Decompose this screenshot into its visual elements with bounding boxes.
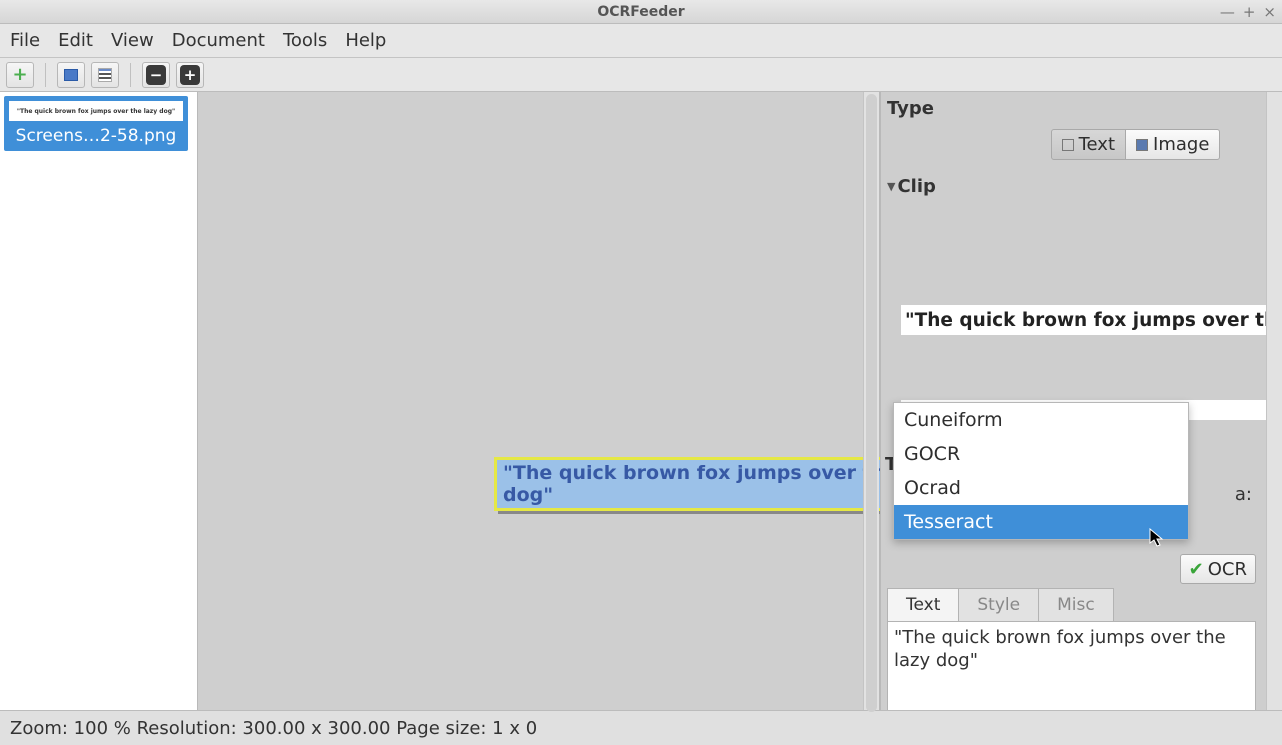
close-button[interactable]: ×	[1263, 5, 1276, 20]
window-control-group: — + ×	[1220, 0, 1276, 24]
statusbar: Zoom: 100 % Resolution: 300.00 x 300.00 …	[0, 710, 1282, 745]
minimize-button[interactable]: —	[1220, 5, 1235, 20]
image-type-icon	[1136, 139, 1148, 151]
menu-tools[interactable]: Tools	[283, 30, 327, 51]
toolbar-separator	[45, 63, 46, 87]
engine-option-gocr[interactable]: GOCR	[894, 437, 1188, 471]
type-text-button[interactable]: Text	[1051, 129, 1126, 160]
cursor-icon	[1149, 528, 1165, 553]
scrollbar-thumb[interactable]	[866, 94, 877, 712]
ocr-button[interactable]: ✔ OCR	[1180, 554, 1256, 584]
engine-option-cuneiform[interactable]: Cuneiform	[894, 403, 1188, 437]
panel-scrollbar[interactable]	[1266, 92, 1282, 710]
menu-document[interactable]: Document	[172, 30, 265, 51]
menu-help[interactable]: Help	[345, 30, 386, 51]
tab-text[interactable]: Text	[887, 588, 959, 621]
layout-lines-button[interactable]	[91, 62, 119, 88]
type-header: Type	[887, 98, 1274, 119]
check-icon: ✔	[1189, 559, 1204, 580]
toolbar: + − +	[0, 58, 1282, 92]
thumbnail-label: Screens…2-58.png	[16, 126, 177, 146]
engine-option-ocrad[interactable]: Ocrad	[894, 471, 1188, 505]
status-text: Zoom: 100 % Resolution: 300.00 x 300.00 …	[10, 718, 537, 739]
minus-icon: −	[146, 65, 166, 85]
area-label-partial: a:	[1235, 484, 1252, 505]
zoom-out-button[interactable]: −	[142, 62, 170, 88]
text-type-icon	[1062, 139, 1074, 151]
thumbnail-preview: "The quick brown fox jumps over the lazy…	[9, 101, 183, 121]
clip-header[interactable]: ▼ Clip	[887, 176, 1274, 197]
main-area: "The quick brown fox jumps over the lazy…	[0, 92, 1282, 710]
type-toggle-group: Text Image	[887, 129, 1274, 160]
menu-view[interactable]: View	[111, 30, 154, 51]
lines-icon	[98, 68, 112, 82]
engine-option-tesseract[interactable]: Tesseract	[894, 505, 1188, 539]
type-image-button[interactable]: Image	[1126, 129, 1220, 160]
clip-preview: "The quick brown fox jumps over the	[901, 305, 1274, 335]
select-icon	[64, 69, 78, 81]
properties-panel: Type Text Image ▼ Clip "The quick brown …	[880, 92, 1282, 710]
menu-file[interactable]: File	[10, 30, 40, 51]
toolbar-separator	[130, 63, 131, 87]
ocr-engine-dropdown[interactable]: Cuneiform GOCR Ocrad Tesseract	[893, 402, 1189, 540]
page-list: "The quick brown fox jumps over the lazy…	[0, 92, 198, 710]
thumbnail-preview-text: "The quick brown fox jumps over the lazy…	[17, 108, 175, 115]
canvas[interactable]: "The quick brown fox jumps over the lazy…	[198, 92, 880, 710]
canvas-scrollbar[interactable]	[863, 92, 879, 710]
window-title: OCRFeeder	[597, 4, 684, 20]
ocr-output-textarea[interactable]	[887, 621, 1256, 710]
zoom-in-button[interactable]: +	[176, 62, 204, 88]
page-thumbnail[interactable]: "The quick brown fox jumps over the lazy…	[4, 96, 188, 151]
tab-misc[interactable]: Misc	[1038, 588, 1114, 621]
add-image-button[interactable]: +	[6, 62, 34, 88]
tab-style[interactable]: Style	[958, 588, 1039, 621]
menubar: File Edit View Document Tools Help	[0, 24, 1282, 58]
expand-icon: ▼	[887, 180, 895, 193]
text-output-section: ✔ OCR Text Style Misc	[887, 554, 1256, 710]
plus-dark-icon: +	[180, 65, 200, 85]
maximize-button[interactable]: +	[1243, 5, 1256, 20]
output-tabs: Text Style Misc	[887, 588, 1256, 621]
menu-edit[interactable]: Edit	[58, 30, 93, 51]
select-all-button[interactable]	[57, 62, 85, 88]
plus-icon: +	[12, 64, 27, 85]
clip-preview-area: "The quick brown fox jumps over the	[887, 205, 1274, 405]
titlebar: OCRFeeder — + ×	[0, 0, 1282, 24]
